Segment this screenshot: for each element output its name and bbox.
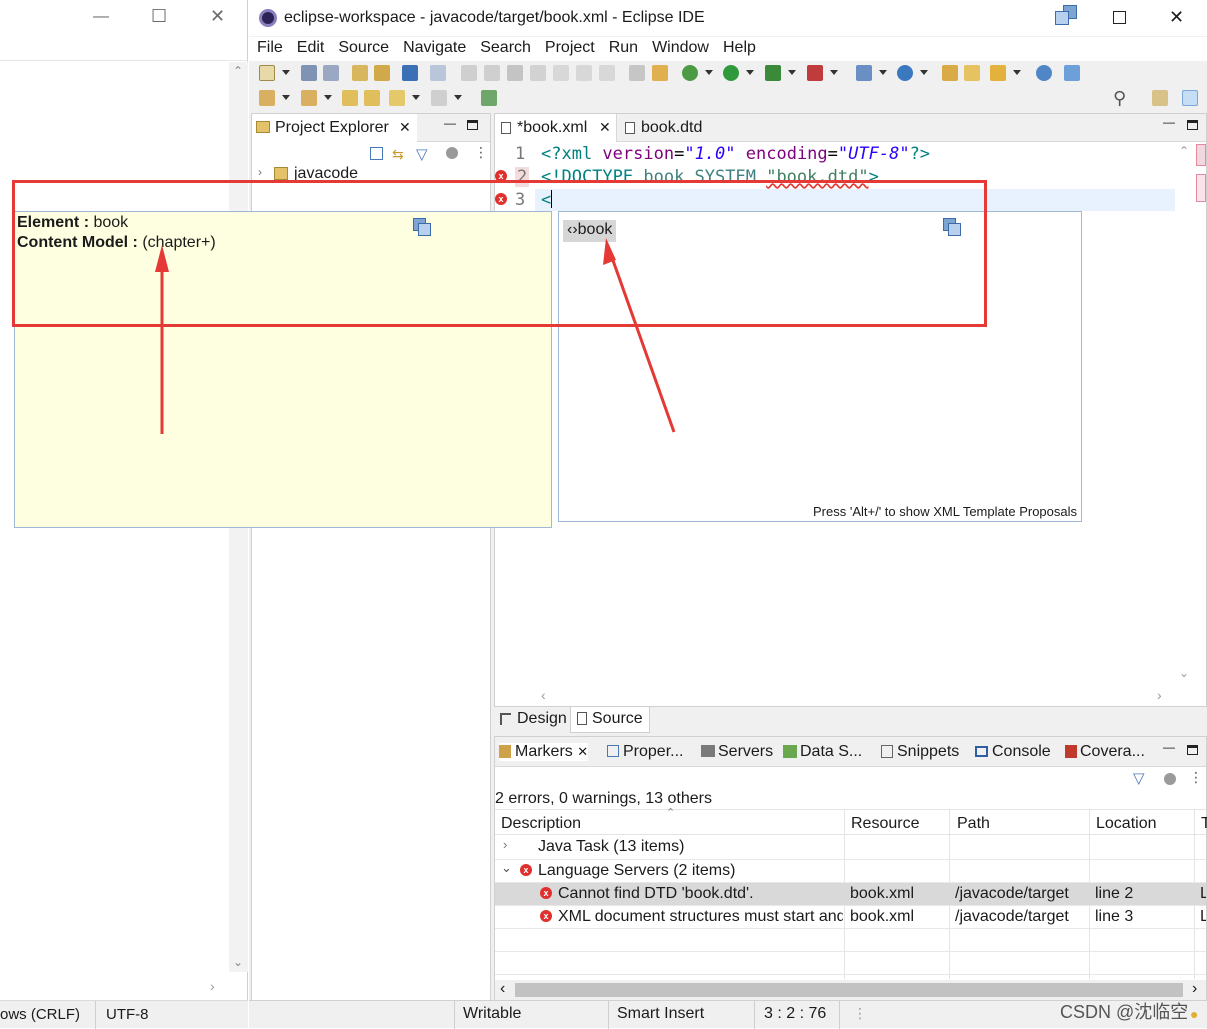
arrow-head-left <box>155 245 169 272</box>
lightbulb-icon: ● <box>1190 1006 1199 1022</box>
annotation-arrows <box>155 238 676 434</box>
arrow-line-right <box>608 251 676 433</box>
watermark: CSDN @沈临空 <box>1060 1002 1189 1022</box>
